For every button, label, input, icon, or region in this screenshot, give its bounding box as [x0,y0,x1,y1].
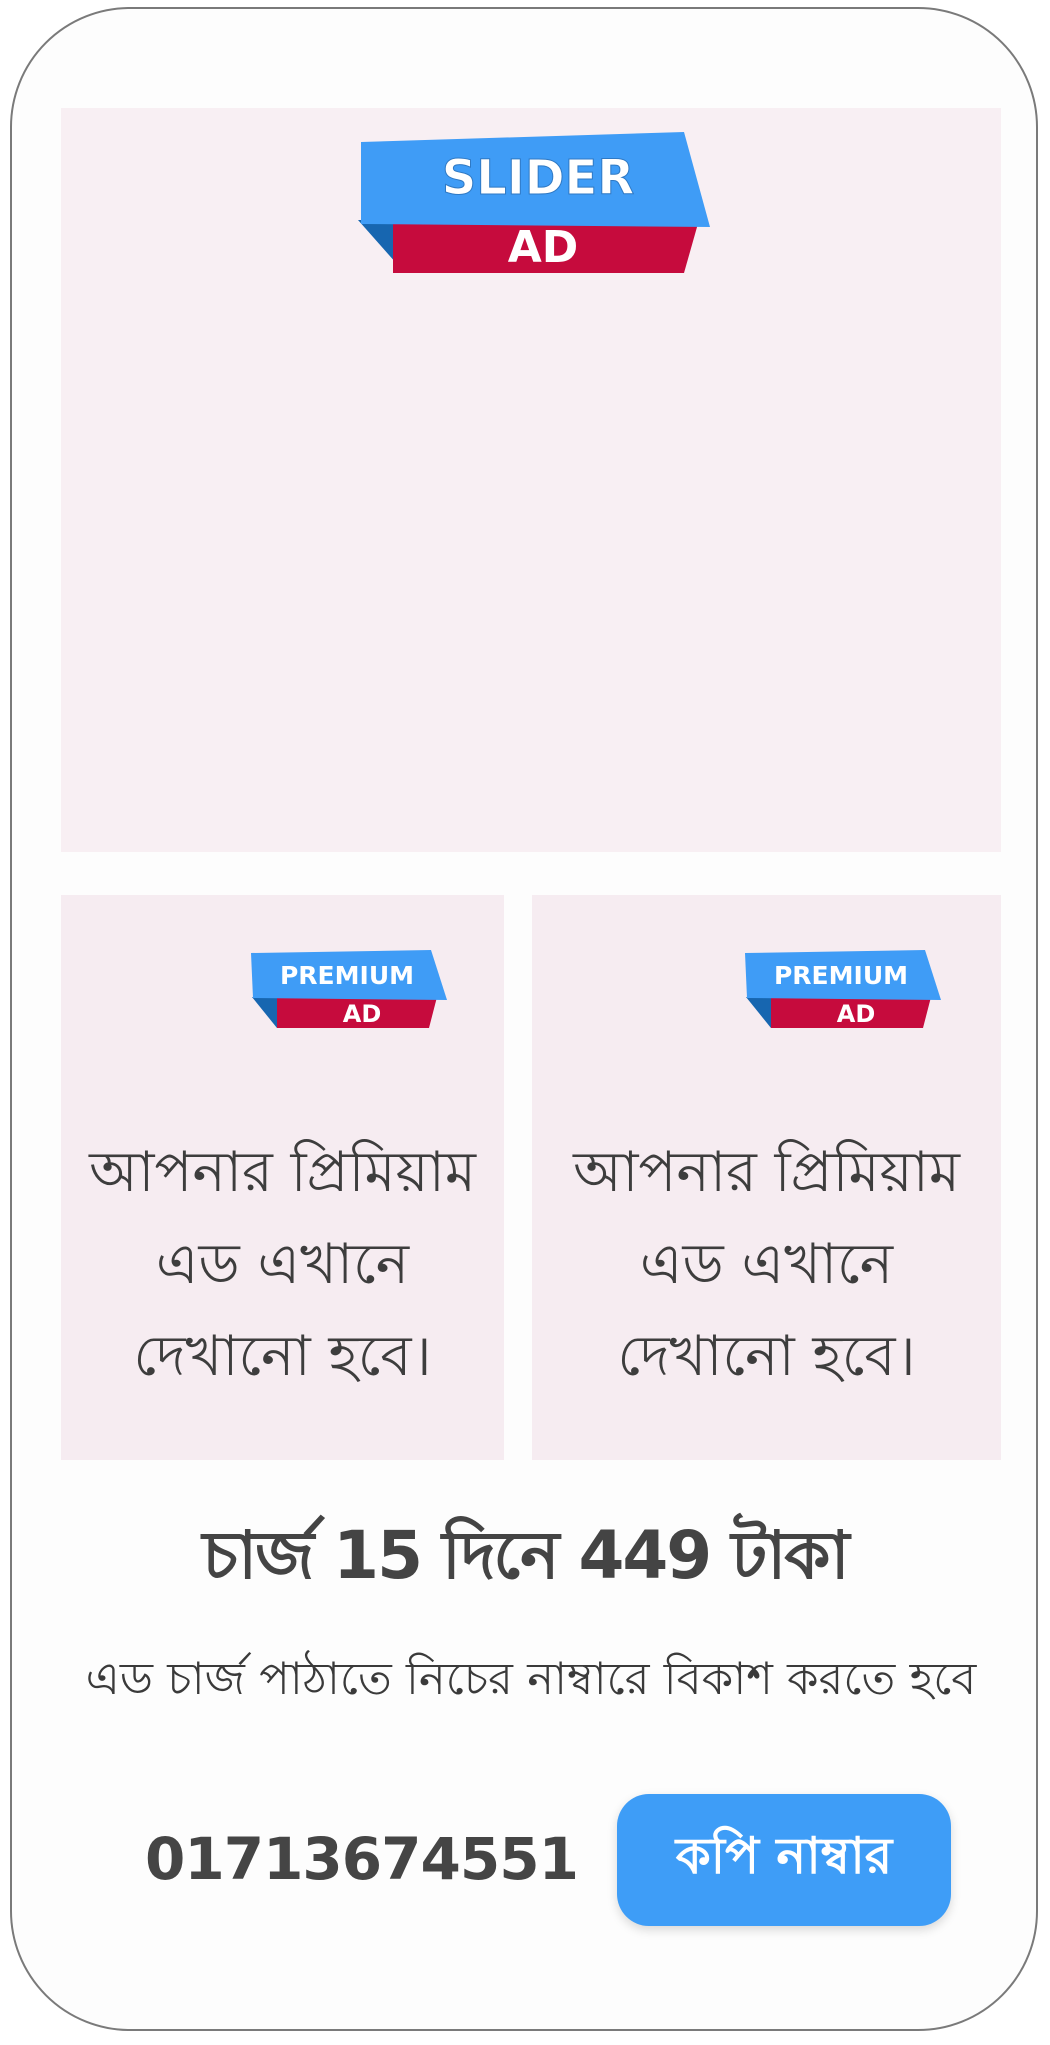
slider-badge-line2: AD [508,222,579,273]
slider-badge-line1: SLIDER [442,150,635,206]
premium-ad-badge: PREMIUM AD [249,950,449,1030]
premium-badge-line2: AD [837,1000,876,1028]
copy-number-button[interactable]: কপি নাম্বার [617,1794,951,1926]
slider-ad-area[interactable]: SLIDER AD [61,108,1001,852]
premium-ad-badge: PREMIUM AD [743,950,943,1030]
premium-badge-line2: AD [343,1000,382,1028]
premium-ad-placeholder-text: আপনার প্রিমিয়াম এড এখানে দেখানো হবে। [573,1140,960,1389]
premium-ad-left[interactable]: PREMIUM AD আপনার প্রিমিয়াম এড এখানে দেখ… [61,895,504,1460]
premium-badge-line1: PREMIUM [280,961,414,990]
copy-number-button-label: কপি নাম্বার [675,1826,893,1885]
premium-ad-placeholder-text: আপনার প্রিমিয়াম এড এখানে দেখানো হবে। [89,1140,476,1389]
charge-title: চার্জ 15 দিনে 449 টাকা [202,1517,849,1594]
charge-instruction: এড চার্জ পাঠাতে নিচের নাম্বারে বিকাশ করত… [85,1652,977,1705]
slider-ad-badge: SLIDER AD [348,132,722,282]
premium-ad-right[interactable]: PREMIUM AD আপনার প্রিমিয়াম এড এখানে দেখ… [532,895,1001,1460]
premium-badge-line1: PREMIUM [774,961,908,990]
bkash-phone-number: 01713674551 [145,1825,579,1893]
